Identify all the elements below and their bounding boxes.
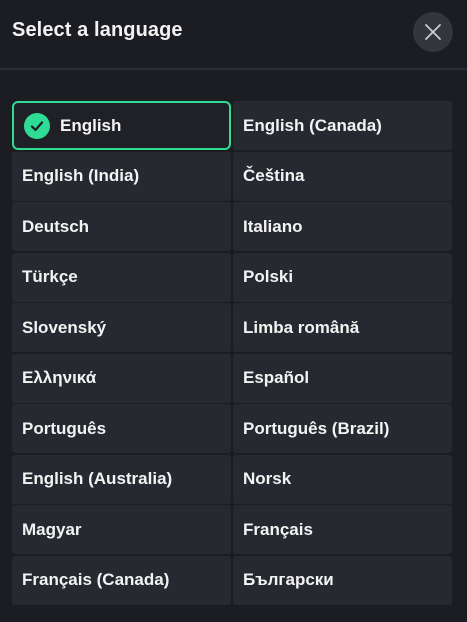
language-option[interactable]: Português bbox=[12, 404, 231, 453]
language-option[interactable]: Norsk bbox=[233, 454, 452, 504]
close-icon bbox=[424, 23, 442, 41]
modal-header: Select a language bbox=[0, 0, 467, 70]
language-option[interactable]: Deutsch bbox=[12, 202, 231, 251]
language-label: Türkçe bbox=[22, 267, 78, 286]
language-label: Deutsch bbox=[22, 216, 90, 236]
language-label: Slovenský bbox=[22, 317, 107, 337]
language-option[interactable]: English (Australia) bbox=[12, 454, 231, 504]
language-label: Français (Canada) bbox=[22, 570, 170, 589]
language-label: Português (Brazil) bbox=[243, 418, 390, 438]
language-label: Português bbox=[22, 418, 107, 438]
language-grid: English English (Canada) English (India)… bbox=[12, 101, 452, 605]
language-option[interactable]: English (Canada) bbox=[233, 101, 452, 150]
language-option[interactable]: Italiano bbox=[233, 202, 452, 251]
language-label: English (Canada) bbox=[243, 115, 382, 135]
language-option[interactable]: English (India) bbox=[12, 151, 231, 201]
language-option[interactable]: Türkçe bbox=[12, 252, 231, 302]
language-label: English (Australia) bbox=[22, 469, 173, 488]
language-modal: Select a language English English (Canad… bbox=[0, 0, 467, 622]
language-label: Español bbox=[243, 368, 310, 387]
check-circle-icon bbox=[24, 112, 50, 139]
modal-title: Select a language bbox=[12, 19, 183, 41]
language-option-selected[interactable]: English bbox=[12, 101, 231, 150]
language-option[interactable]: Čeština bbox=[233, 151, 452, 201]
language-label: Limba română bbox=[243, 317, 360, 337]
language-option[interactable]: Polski bbox=[233, 252, 452, 302]
language-label: Čeština bbox=[243, 166, 305, 185]
language-option[interactable]: Português (Brazil) bbox=[233, 404, 452, 453]
language-option[interactable]: Slovenský bbox=[12, 303, 231, 352]
language-option[interactable]: Français (Canada) bbox=[12, 555, 231, 605]
language-option[interactable]: Magyar bbox=[12, 505, 231, 554]
language-option[interactable]: Français bbox=[233, 505, 452, 554]
language-option[interactable]: Български bbox=[233, 555, 452, 605]
language-label: Polski bbox=[243, 267, 294, 286]
language-label: Français bbox=[243, 519, 313, 539]
language-label: Norsk bbox=[243, 469, 292, 488]
close-button[interactable] bbox=[413, 12, 453, 52]
language-label: English bbox=[60, 115, 122, 135]
language-label: Italiano bbox=[243, 216, 303, 236]
language-label: Ελληνικά bbox=[22, 368, 97, 387]
language-label: Magyar bbox=[22, 519, 82, 539]
language-option[interactable]: Ελληνικά bbox=[12, 353, 231, 403]
language-label: English (India) bbox=[22, 166, 140, 185]
language-label: Български bbox=[243, 570, 334, 589]
language-option[interactable]: Limba română bbox=[233, 303, 452, 352]
language-option[interactable]: Español bbox=[233, 353, 452, 403]
